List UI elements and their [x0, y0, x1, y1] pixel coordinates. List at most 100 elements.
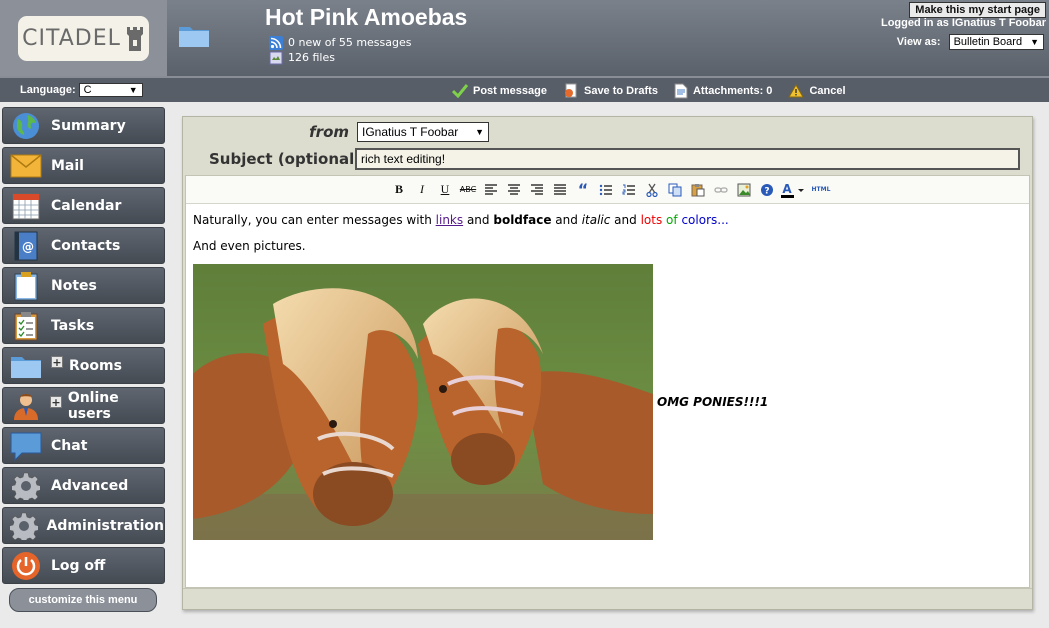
citadel-logo[interactable]: CITADEL: [18, 16, 149, 61]
body-text: and: [551, 213, 582, 227]
from-select[interactable]: IGnatius T Foobar ▼: [357, 122, 489, 142]
gear-icon: [9, 470, 43, 502]
gear-icon: [9, 510, 39, 542]
html-source-button[interactable]: HTML: [809, 180, 833, 200]
sidebar-item-label: Administration: [46, 517, 164, 534]
numbered-list-icon: [622, 184, 635, 195]
picture-row: OMG PONIES!!!1: [193, 264, 1022, 540]
body-italic: italic: [581, 213, 611, 227]
view-as-value: Bulletin Board: [953, 36, 1023, 48]
sidebar-item-notes[interactable]: Notes: [2, 267, 165, 304]
cancel-button[interactable]: Cancel: [788, 83, 846, 99]
copy-button[interactable]: [665, 180, 685, 200]
subject-input[interactable]: rich text editing!: [355, 148, 1020, 170]
picture-caption: OMG PONIES!!!1: [657, 395, 769, 409]
calendar-icon: [9, 190, 43, 222]
align-center-button[interactable]: [504, 180, 524, 200]
save-drafts-label: Save to Drafts: [583, 85, 658, 97]
from-label: from: [309, 123, 349, 141]
sidebar-item-online-users[interactable]: + Online users: [2, 387, 165, 424]
link-button[interactable]: [711, 180, 731, 200]
strikethrough-button[interactable]: ABC: [458, 180, 478, 200]
sidebar-item-tasks[interactable]: Tasks: [2, 307, 165, 344]
rich-text-editor: B I U ABC “ ? A HTML Naturally, you can …: [185, 175, 1030, 588]
sidebar-item-contacts[interactable]: @ Contacts: [2, 227, 165, 264]
files-row[interactable]: 126 files: [269, 50, 412, 65]
sidebar-item-label: Online users: [67, 389, 119, 422]
svg-text:@: @: [22, 240, 34, 254]
warning-icon: [788, 84, 805, 98]
bullet-list-icon: [599, 184, 612, 195]
bullet-list-button[interactable]: [596, 180, 616, 200]
align-right-button[interactable]: [527, 180, 547, 200]
sidebar-item-advanced[interactable]: Advanced: [2, 467, 165, 504]
post-message-label: Post message: [473, 85, 547, 97]
save-drafts-button[interactable]: Save to Drafts: [563, 83, 658, 99]
messages-info: 0 new of 55 messages: [288, 36, 412, 49]
align-left-button[interactable]: [481, 180, 501, 200]
panel-footer: [183, 588, 1032, 609]
insert-image-button[interactable]: [734, 180, 754, 200]
logo-text: CITADEL: [22, 26, 121, 51]
messages-row[interactable]: 0 new of 55 messages: [269, 35, 412, 50]
sidebar-item-rooms[interactable]: + Rooms: [2, 347, 165, 384]
body-paragraph-2: And even pictures.: [193, 239, 306, 253]
address-book-icon: @: [9, 230, 43, 262]
paste-button[interactable]: [688, 180, 708, 200]
align-center-icon: [508, 183, 520, 195]
body-text: Naturally, you can enter messages with: [193, 213, 436, 227]
sidebar-item-label: Rooms: [69, 357, 122, 374]
sidebar-menu: Summary Mail Calendar @ Contacts Notes T…: [2, 107, 165, 612]
rte-toolbar: B I U ABC “ ? A HTML: [186, 176, 1029, 204]
link-icon: [714, 186, 728, 193]
justify-icon: [554, 183, 566, 195]
view-as-select[interactable]: Bulletin Board ▼: [948, 34, 1044, 50]
message-body[interactable]: Naturally, you can enter messages with l…: [186, 204, 1029, 548]
subject-label: Subject (optional):: [209, 150, 368, 168]
image-icon: [737, 183, 751, 196]
action-strip: Language: C ▼ Post message Save to Draft…: [0, 76, 1049, 102]
justify-button[interactable]: [550, 180, 570, 200]
expand-icon[interactable]: +: [50, 395, 62, 408]
body-text: and: [463, 213, 494, 227]
expand-icon[interactable]: +: [51, 355, 63, 368]
help-button[interactable]: ?: [757, 180, 777, 200]
checklist-icon: [9, 310, 43, 342]
sidebar-item-mail[interactable]: Mail: [2, 147, 165, 184]
scissors-icon: [646, 183, 658, 197]
body-paragraph-1: Naturally, you can enter messages with l…: [193, 212, 1022, 228]
sidebar-item-label: Chat: [51, 437, 88, 454]
bold-button[interactable]: B: [389, 180, 409, 200]
user-icon: [9, 390, 42, 422]
underline-button[interactable]: U: [435, 180, 455, 200]
italic-button[interactable]: I: [412, 180, 432, 200]
body-link[interactable]: links: [436, 213, 463, 227]
strikethrough-icon: ABC: [459, 185, 477, 194]
language-select[interactable]: C ▼: [78, 83, 143, 97]
post-message-button[interactable]: Post message: [452, 83, 547, 99]
text-color-button[interactable]: A: [780, 180, 806, 200]
chevron-down-icon: ▼: [1030, 37, 1039, 47]
banner: CITADEL Hot Pink Amoebas 0 new of 55 mes…: [0, 0, 1049, 76]
sidebar-item-label: Advanced: [51, 477, 129, 494]
sidebar-item-calendar[interactable]: Calendar: [2, 187, 165, 224]
customize-menu-button[interactable]: customize this menu: [9, 588, 157, 612]
bold-icon: B: [394, 182, 403, 196]
subject-row: Subject (optional): rich text editing!: [183, 148, 1032, 172]
chevron-down-icon: ▼: [475, 127, 484, 137]
sidebar-item-administration[interactable]: Administration: [2, 507, 165, 544]
rss-icon: [269, 35, 283, 50]
attachments-button[interactable]: Attachments: 0: [674, 83, 772, 99]
cut-button[interactable]: [642, 180, 662, 200]
compose-actions: Post message Save to Drafts Attachments:…: [452, 83, 846, 99]
envelope-icon: [9, 150, 43, 182]
blockquote-button[interactable]: “: [573, 180, 593, 200]
svg-text:?: ?: [764, 186, 769, 196]
sidebar-item-summary[interactable]: Summary: [2, 107, 165, 144]
sidebar-item-label: Log off: [51, 557, 106, 574]
start-page-button[interactable]: Make this my start page: [909, 2, 1046, 18]
sidebar-item-log-off[interactable]: Log off: [2, 547, 165, 584]
numbered-list-button[interactable]: [619, 180, 639, 200]
sidebar-item-chat[interactable]: Chat: [2, 427, 165, 464]
align-left-icon: [485, 183, 497, 195]
